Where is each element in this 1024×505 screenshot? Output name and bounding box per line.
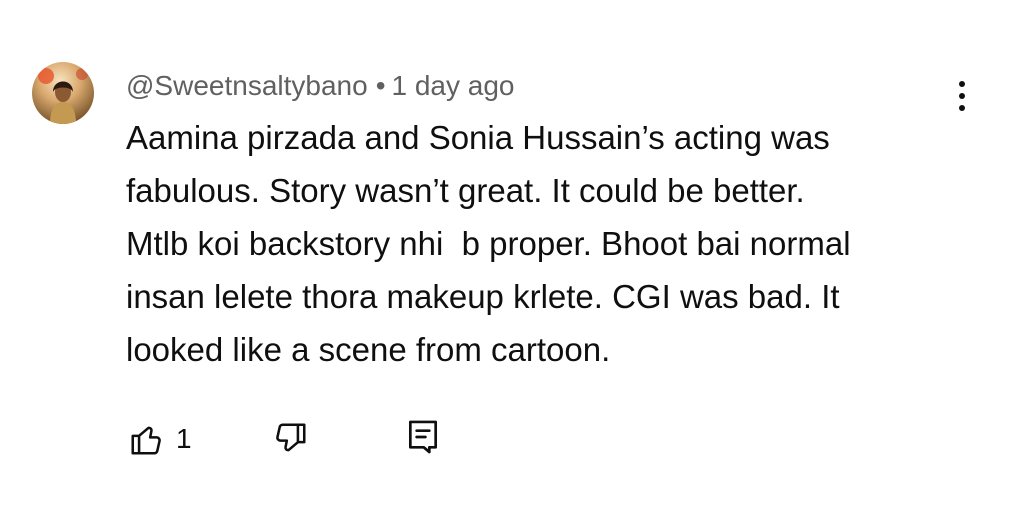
separator-dot: •: [375, 70, 386, 101]
comment-timestamp[interactable]: 1 day ago: [392, 70, 515, 101]
comment-line: Aamina pirzada and Sonia Hussain’s actin…: [126, 119, 830, 156]
comment-header: @Sweetnsaltybano • 1 day ago: [126, 68, 515, 104]
dislike-button[interactable]: [268, 417, 318, 461]
comment-thread: @Sweetnsaltybano • 1 day ago Aamina pirzad…: [0, 0, 1024, 505]
like-count: 1: [176, 423, 192, 454]
avatar[interactable]: [32, 62, 94, 124]
thumbs-up-icon: [131, 426, 161, 455]
comment-line: fabulous. Story wasn’t great. It could b…: [126, 172, 805, 209]
comment-line: insan lelete thora makeup krlete. CGI wa…: [126, 278, 840, 315]
reply-comment-icon: [408, 420, 438, 454]
comment-line: looked like a scene from cartoon.: [126, 331, 611, 368]
author-name[interactable]: @Sweetnsaltybano: [126, 70, 368, 101]
reply-button[interactable]: [400, 413, 448, 461]
comment-line: Mtlb koi backstory nhi b proper. Bhoot b…: [126, 225, 851, 262]
avatar-photo: [32, 62, 94, 124]
more-options-button[interactable]: [944, 76, 980, 116]
like-button[interactable]: 1: [124, 417, 204, 461]
thumbs-down-icon: [276, 423, 306, 452]
comment-body: Aamina pirzada and Sonia Hussain’s actin…: [126, 111, 976, 376]
